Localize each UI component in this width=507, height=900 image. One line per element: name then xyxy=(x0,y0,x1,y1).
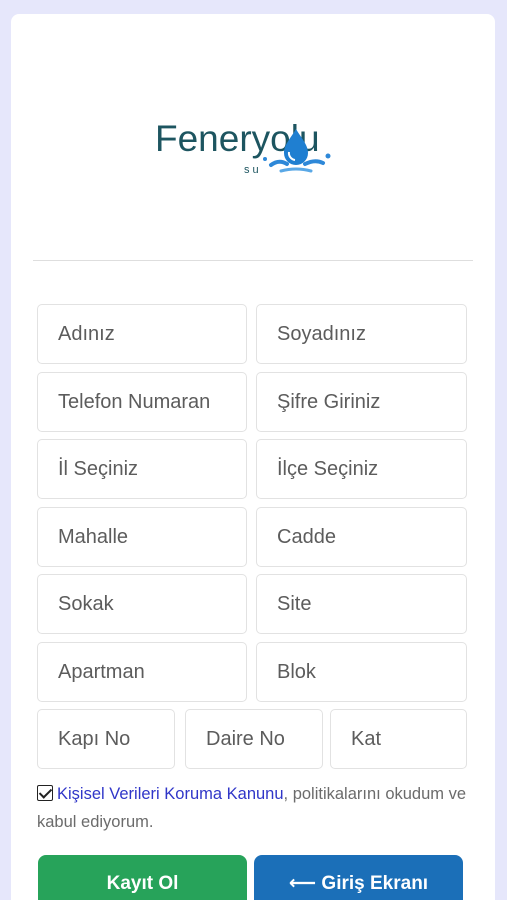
flat-no-input[interactable]: Daire No xyxy=(185,709,323,769)
consent-checkbox[interactable] xyxy=(37,785,53,801)
login-screen-button[interactable]: ⟵ Giriş Ekranı xyxy=(254,855,463,900)
last-name-input[interactable]: Soyadınız xyxy=(256,304,467,364)
floor-input[interactable]: Kat xyxy=(330,709,467,769)
street-input[interactable]: Sokak xyxy=(37,574,247,634)
phone-input[interactable]: Telefon Numaran xyxy=(37,372,247,432)
consent-row: Kişisel Verileri Koruma Kanunu, politika… xyxy=(37,780,477,836)
apartment-input[interactable]: Apartman xyxy=(37,642,247,702)
register-card: Feneryolu su Adınız Soyadınız Telefon Nu… xyxy=(11,14,495,900)
first-name-input[interactable]: Adınız xyxy=(37,304,247,364)
door-no-input[interactable]: Kapı No xyxy=(37,709,175,769)
register-button[interactable]: Kayıt Ol xyxy=(38,855,247,900)
kvkk-link[interactable]: Kişisel Verileri Koruma Kanunu xyxy=(57,785,284,803)
province-select[interactable]: İl Seçiniz xyxy=(37,439,247,499)
divider xyxy=(33,260,473,261)
brand-logo: Feneryolu su xyxy=(11,109,495,189)
avenue-input[interactable]: Cadde xyxy=(256,507,467,567)
brand-sub: su xyxy=(244,164,262,176)
district-select[interactable]: İlçe Seçiniz xyxy=(256,439,467,499)
block-input[interactable]: Blok xyxy=(256,642,467,702)
site-input[interactable]: Site xyxy=(256,574,467,634)
password-input[interactable]: Şifre Giriniz xyxy=(256,372,467,432)
neighborhood-input[interactable]: Mahalle xyxy=(37,507,247,567)
